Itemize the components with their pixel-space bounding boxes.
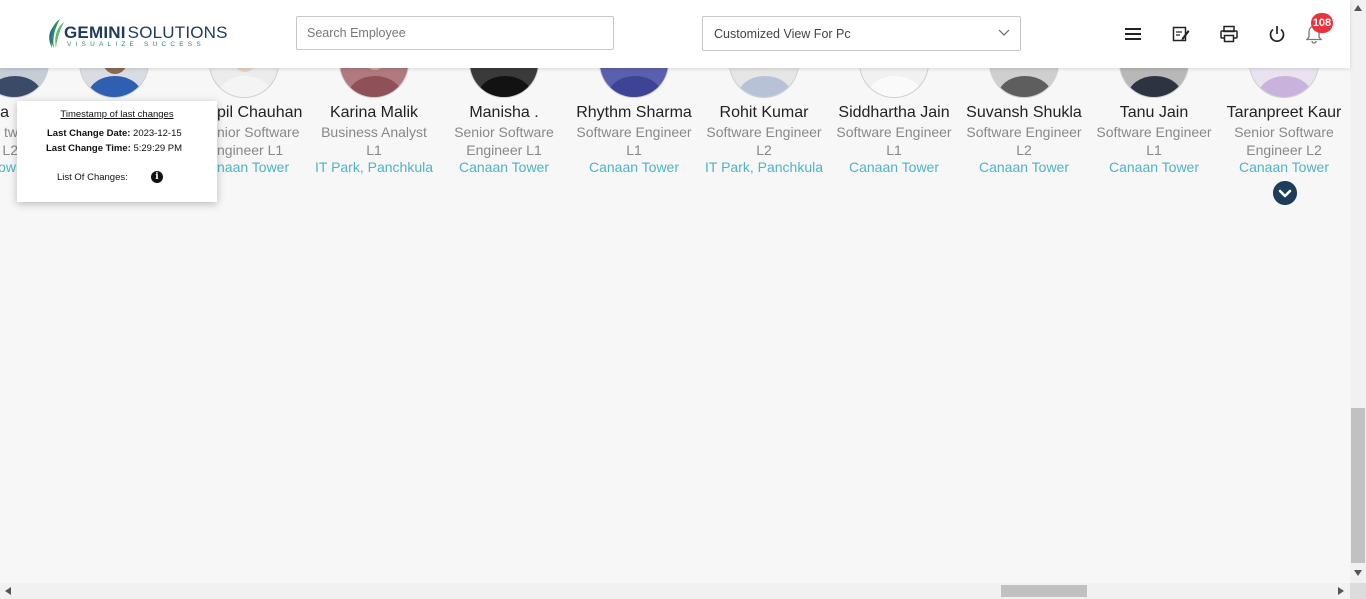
chevron-down-icon <box>998 29 1010 36</box>
employee-name: Manisha . <box>469 104 539 121</box>
horizontal-scroll-thumb[interactable] <box>1001 585 1087 597</box>
employee-location[interactable]: Canaan Tower <box>819 159 969 175</box>
employee-location[interactable]: ow <box>0 159 16 175</box>
tooltip-title: Timestamp of last changes <box>60 109 174 120</box>
employee-name: Suvansh Shukla <box>966 104 1082 121</box>
last-change-date: Last Change Date: 2023-12-15 <box>47 128 182 139</box>
info-icon[interactable]: i <box>151 171 163 183</box>
last-changes-tooltip: Timestamp of last changes Last Change Da… <box>17 101 217 202</box>
employee-name: Karina Malik <box>329 104 419 121</box>
menu-icon[interactable] <box>1123 24 1143 44</box>
employee-name: Rohit Kumar <box>719 104 809 121</box>
employee-location[interactable]: Canaan Tower <box>1209 159 1359 175</box>
employee-location[interactable]: Canaan Tower <box>559 159 709 175</box>
employee-role: Senior Software Engineer L1 <box>454 124 554 158</box>
list-of-changes-label: List Of Changes: <box>57 172 128 183</box>
view-select-dropdown[interactable]: Customized View For Pc <box>702 16 1021 51</box>
employee-location[interactable]: Canaan Tower <box>949 159 1099 175</box>
expand-chevron-down-icon[interactable] <box>1273 181 1297 205</box>
employee-role: Business Analyst L1 <box>321 124 427 158</box>
last-change-time: Last Change Time: 5:29:29 PM <box>46 143 183 154</box>
employee-role: Software Engineer L2 <box>966 124 1082 158</box>
employee-role: Software Engineer L1 <box>836 124 952 158</box>
company-logo[interactable]: GEMINI SOLUTIONS VISUALIZE SUCCESS <box>46 18 228 50</box>
top-header: GEMINISOLUTIONS VISUALIZE SUCCESS Custom… <box>0 0 1350 68</box>
employee-location[interactable]: Canaan Tower <box>1079 159 1229 175</box>
search-employee-input[interactable] <box>296 16 614 50</box>
employee-name: Tanu Jain <box>1119 104 1189 121</box>
power-icon[interactable] <box>1267 24 1287 44</box>
print-icon[interactable] <box>1219 24 1239 44</box>
scroll-up-arrow-icon[interactable] <box>1353 4 1363 12</box>
employee-name: Siddhartha Jain <box>838 104 950 121</box>
employee-role: twr L2 <box>0 124 18 158</box>
scroll-right-arrow-icon[interactable] <box>1337 586 1345 596</box>
employee-location[interactable]: Canaan Tower <box>429 159 579 175</box>
employee-role: Software Engineer L1 <box>1096 124 1212 158</box>
employee-location[interactable]: IT Park, Panchkula <box>299 159 449 175</box>
employee-role: Software Engineer L1 <box>576 124 692 158</box>
logo-tagline: VISUALIZE SUCCESS <box>67 41 205 48</box>
employee-role: Software Engineer L2 <box>706 124 822 158</box>
edit-note-icon[interactable] <box>1171 24 1191 44</box>
horizontal-scrollbar[interactable] <box>0 583 1350 599</box>
scroll-left-arrow-icon[interactable] <box>4 586 12 596</box>
scroll-down-arrow-icon[interactable] <box>1353 569 1363 577</box>
view-select-value: Customized View For Pc <box>714 27 851 41</box>
vertical-scroll-thumb[interactable] <box>1351 408 1365 563</box>
scrollbar-corner <box>1350 583 1366 599</box>
employee-name: Taranpreet Kaur <box>1226 104 1342 121</box>
employee-role: Senior Software Engineer L2 <box>1234 124 1334 158</box>
employee-name: aya <box>0 104 9 121</box>
notification-count-badge: 108 <box>1311 13 1333 33</box>
employee-name: Rhythm Sharma <box>576 104 692 121</box>
logo-name: GEMINI SOLUTIONS <box>64 23 228 42</box>
employee-location[interactable]: IT Park, Panchkula <box>689 159 839 175</box>
